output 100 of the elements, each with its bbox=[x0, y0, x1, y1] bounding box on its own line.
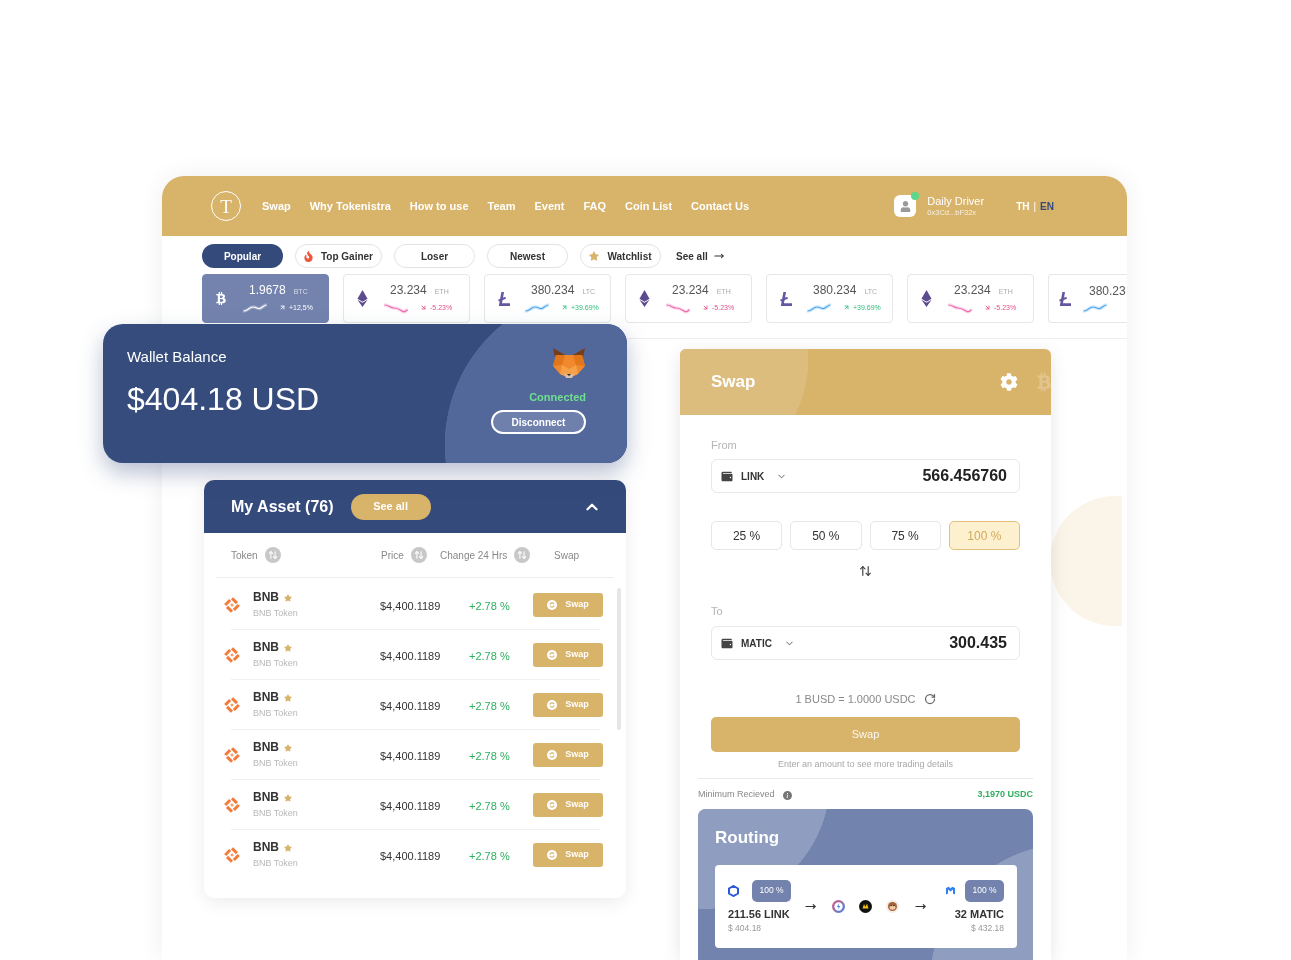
token-name: BNB Token bbox=[253, 857, 298, 869]
info-icon[interactable] bbox=[782, 790, 792, 800]
swap-icon bbox=[547, 849, 558, 860]
token-change: +2.78 % bbox=[469, 699, 510, 712]
token-select[interactable]: LINK bbox=[721, 468, 788, 484]
token-symbol: BNB bbox=[253, 840, 279, 855]
disconnect-button[interactable]: Disconnect bbox=[491, 410, 586, 434]
token-name: BNB Token bbox=[253, 607, 298, 619]
token-symbol: BNB bbox=[253, 740, 279, 755]
see-all-button[interactable]: See all bbox=[350, 493, 431, 520]
exchange-logo-icon bbox=[859, 900, 872, 913]
token-name: BNB Token bbox=[253, 657, 298, 669]
see-all-link[interactable]: See all bbox=[676, 248, 725, 264]
token-select[interactable]: MATIC bbox=[721, 635, 795, 651]
ethereum-icon bbox=[639, 290, 650, 307]
amount-field[interactable]: MATIC 300.435 bbox=[711, 626, 1020, 660]
token-change: +2.78 % bbox=[469, 849, 510, 862]
nav-link[interactable]: Event bbox=[534, 197, 565, 215]
token-change: +2.78 % bbox=[469, 649, 510, 662]
asset-title: My Asset (76) bbox=[231, 496, 334, 517]
polygon-logo-icon bbox=[945, 886, 956, 895]
coin-icon bbox=[224, 796, 240, 813]
star-icon[interactable] bbox=[284, 643, 292, 652]
star-icon[interactable] bbox=[284, 593, 292, 602]
swap-icon bbox=[547, 799, 558, 810]
swap-icon bbox=[547, 749, 558, 760]
token-symbol: BNB bbox=[253, 690, 279, 705]
nav-link[interactable]: How to use bbox=[409, 197, 469, 215]
ticker-value: 1.9678 bbox=[249, 283, 286, 298]
token-price: $4,400.1189 bbox=[380, 749, 441, 762]
nav-link[interactable]: Team bbox=[487, 197, 516, 215]
token-price: $4,400.1189 bbox=[380, 649, 441, 662]
swap-button[interactable]: Swap bbox=[533, 792, 603, 817]
filter-tab[interactable]: Newest bbox=[487, 244, 568, 268]
arrow-up-right-icon bbox=[279, 304, 286, 312]
star-icon[interactable] bbox=[284, 843, 292, 852]
star-icon[interactable] bbox=[284, 743, 292, 752]
token-name: BNB Token bbox=[253, 707, 298, 719]
swap-title: Swap bbox=[711, 371, 756, 394]
nav-link[interactable]: Swap bbox=[262, 197, 291, 215]
swap-icon bbox=[547, 599, 558, 610]
nav-link[interactable]: FAQ bbox=[583, 197, 606, 215]
sort-icon[interactable] bbox=[410, 547, 427, 563]
routing-title: Routing bbox=[715, 828, 780, 848]
coin-icon bbox=[224, 696, 240, 713]
amount-field[interactable]: LINK 566.456760 bbox=[711, 459, 1020, 493]
filter-tab[interactable]: Popular bbox=[202, 244, 283, 268]
token-change: +2.78 % bbox=[469, 799, 510, 812]
percent-button[interactable]: 25 % bbox=[711, 521, 783, 550]
swap-direction-icon[interactable] bbox=[859, 564, 872, 578]
route-value: $ 432.18 bbox=[970, 922, 1004, 934]
share-badge: 100 % bbox=[965, 879, 1004, 902]
token-change: +2.78 % bbox=[469, 599, 510, 612]
star-icon[interactable] bbox=[284, 793, 292, 802]
swap-button[interactable]: Swap bbox=[533, 742, 603, 767]
swap-button[interactable]: Swap bbox=[533, 692, 603, 717]
swap-button[interactable]: Swap bbox=[533, 642, 603, 667]
star-icon[interactable] bbox=[284, 693, 292, 702]
nav-link[interactable]: Why Tokenistra bbox=[309, 197, 391, 215]
language-option[interactable]: TH bbox=[1016, 198, 1030, 214]
arrow-up-right-icon bbox=[843, 304, 850, 312]
litecoin-icon bbox=[498, 291, 510, 306]
share-badge: 100 % bbox=[752, 879, 791, 902]
filter-tab[interactable]: Loser bbox=[394, 244, 475, 268]
sort-icon[interactable] bbox=[514, 547, 531, 563]
column-header: Token bbox=[231, 548, 258, 563]
lightning-logo-icon bbox=[832, 900, 845, 913]
token-change: +2.78 % bbox=[469, 749, 510, 762]
fox-icon bbox=[552, 347, 586, 379]
route-amount: 32 MATIC bbox=[954, 907, 1004, 921]
bitcoin-icon bbox=[216, 292, 226, 305]
percent-button[interactable]: 100 % bbox=[948, 521, 1020, 550]
percent-button[interactable]: 50 % bbox=[790, 521, 862, 550]
ethereum-icon bbox=[921, 290, 932, 307]
column-header: Swap bbox=[554, 548, 579, 563]
language-option[interactable]: EN bbox=[1040, 198, 1054, 214]
refresh-icon[interactable] bbox=[923, 693, 936, 705]
ticker-card[interactable]: 380.23 bbox=[1048, 274, 1127, 323]
litecoin-icon bbox=[1059, 291, 1071, 306]
star-icon bbox=[589, 251, 600, 261]
nav-link[interactable]: Contact Us bbox=[691, 197, 750, 215]
token-symbol: BNB bbox=[253, 790, 279, 805]
ticker-value: 23.234 bbox=[954, 283, 991, 298]
exchange-rate: 1 BUSD = 1.0000 USDC bbox=[795, 692, 916, 706]
percent-button[interactable]: 75 % bbox=[869, 521, 941, 550]
nav-link[interactable]: Coin List bbox=[625, 197, 673, 215]
coin-icon bbox=[224, 846, 240, 863]
ethereum-icon bbox=[357, 290, 368, 307]
filter-tab[interactable]: Top Gainer bbox=[295, 244, 382, 268]
settings-icon[interactable] bbox=[1000, 373, 1018, 391]
filter-tab[interactable]: Watchlist bbox=[580, 244, 661, 268]
sort-icon[interactable] bbox=[264, 547, 281, 563]
field-label: From bbox=[711, 438, 737, 452]
swap-button[interactable]: Swap bbox=[533, 592, 603, 617]
coin-icon bbox=[224, 746, 240, 763]
swap-button[interactable]: Swap bbox=[533, 842, 603, 867]
avatar-icon bbox=[894, 195, 917, 217]
column-header: Change 24 Hrs bbox=[440, 548, 508, 563]
token-symbol: BNB bbox=[253, 590, 279, 605]
minimum-received-value: 3,1970 USDC bbox=[977, 788, 1033, 802]
